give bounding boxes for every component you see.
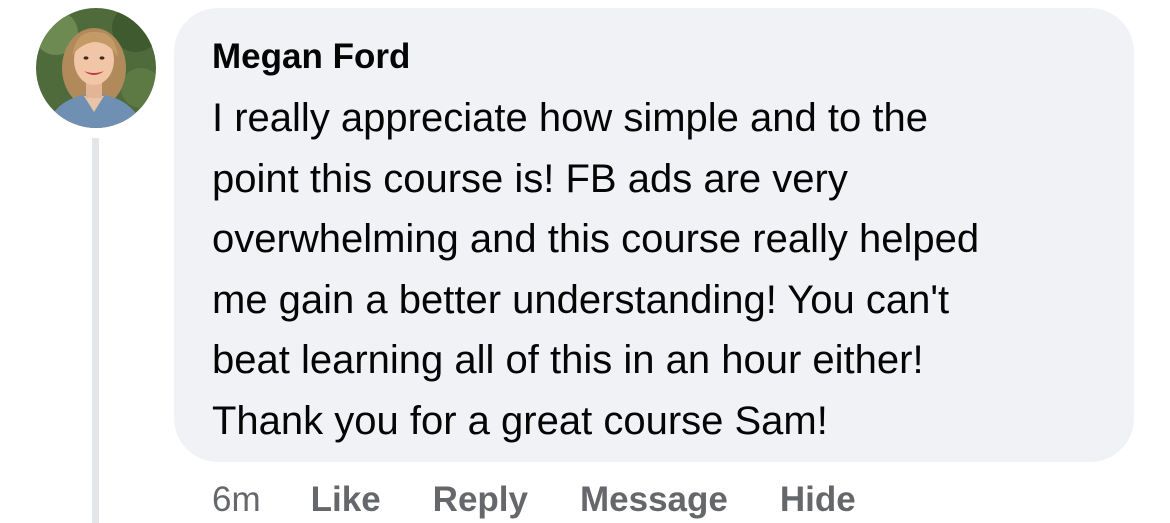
comment-bubble: Megan Ford I really appreciate how simpl… bbox=[174, 8, 1134, 462]
comment-author[interactable]: Megan Ford bbox=[212, 36, 1134, 78]
like-button[interactable]: Like bbox=[311, 480, 381, 520]
profile-photo-icon bbox=[36, 8, 156, 128]
comment-text: I really appreciate how simple and to th… bbox=[212, 96, 980, 443]
message-button[interactable]: Message bbox=[580, 480, 728, 520]
avatar[interactable] bbox=[36, 8, 156, 128]
comment-actions: 6m Like Reply Message Hide bbox=[212, 478, 908, 522]
comment-timestamp[interactable]: 6m bbox=[212, 480, 261, 520]
reply-button[interactable]: Reply bbox=[433, 480, 528, 520]
thread-line bbox=[92, 138, 99, 523]
hide-button[interactable]: Hide bbox=[780, 480, 856, 520]
